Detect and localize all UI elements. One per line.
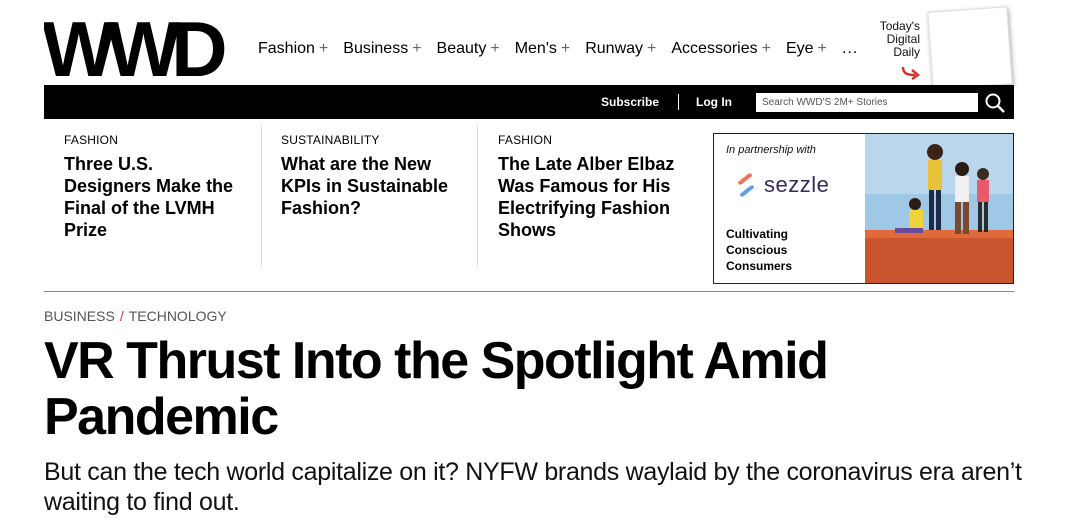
story-headline[interactable]: What are the New KPIs in Sustainable Fas… [281,153,461,219]
nav-item-business[interactable]: Business + [343,40,421,58]
nav-item-mens[interactable]: Men's + [515,40,571,58]
breadcrumb-separator: / [119,308,124,324]
divider [678,94,679,110]
nav-item-beauty[interactable]: Beauty + [437,40,500,58]
divider [261,126,262,266]
sezzle-logo: sezzle [734,172,829,198]
section-divider [44,291,1014,292]
story-headline[interactable]: Three U.S. Designers Make the Final of t… [64,153,244,241]
nav-item-fashion[interactable]: Fashion + [258,40,328,58]
expand-icon: + [761,40,771,57]
ad-brand-name: sezzle [764,172,830,197]
utility-bar: Subscribe Log In [44,85,1014,119]
expand-icon: + [412,40,422,57]
nav-item-eye[interactable]: Eye + [786,40,827,58]
login-link[interactable]: Log In [696,95,732,109]
breadcrumb-item[interactable]: TECHNOLOGY [129,308,227,324]
nav-more-button[interactable]: ... [842,40,858,58]
main-nav: Fashion + Business + Beauty + Men's + Runway… [258,40,842,58]
breadcrumb-item[interactable]: BUSINESS [44,308,115,324]
nav-item-accessories[interactable]: Accessories + [671,40,771,58]
divider [477,126,478,266]
wwd-logo[interactable]: WWD [44,14,242,80]
expand-icon: + [490,40,500,57]
article-dek: But can the tech world capitalize on it?… [44,458,1022,516]
article-title: VR Thrust Into the Spotlight Amid Pandem… [44,332,829,446]
expand-icon: + [817,40,827,57]
expand-icon: + [647,40,657,57]
search-icon[interactable] [984,92,1006,114]
nav-item-runway[interactable]: Runway + [585,40,656,58]
story-card: SUSTAINABILITY What are the New KPIs in … [281,133,461,219]
sponsored-ad[interactable]: In partnership with sezzle Cultivating C… [713,133,1014,284]
todays-digital-daily-link[interactable]: Today's Digital Daily [866,20,920,59]
story-headline[interactable]: The Late Alber Elbaz Was Famous for His … [498,153,688,241]
breadcrumb: BUSINESS / TECHNOLOGY [44,308,227,324]
search-input[interactable] [756,93,978,112]
expand-icon: + [560,40,571,57]
story-card: FASHION Three U.S. Designers Make the Fi… [64,133,244,241]
story-category[interactable]: FASHION [64,133,244,147]
ad-tagline: Cultivating Conscious Consumers [726,227,793,273]
expand-icon: + [318,40,329,57]
subscribe-link[interactable]: Subscribe [601,95,659,109]
story-category[interactable]: FASHION [498,133,688,147]
sezzle-logo-icon [738,173,754,197]
ad-photo [865,134,1013,283]
curved-arrow-icon [901,66,920,80]
ad-partner-label: In partnership with [726,144,816,156]
story-category[interactable]: SUSTAINABILITY [281,133,461,147]
digital-daily-cover-image[interactable] [927,6,1013,90]
logo-text: WWD [44,14,225,80]
story-card: FASHION The Late Alber Elbaz Was Famous … [498,133,688,241]
